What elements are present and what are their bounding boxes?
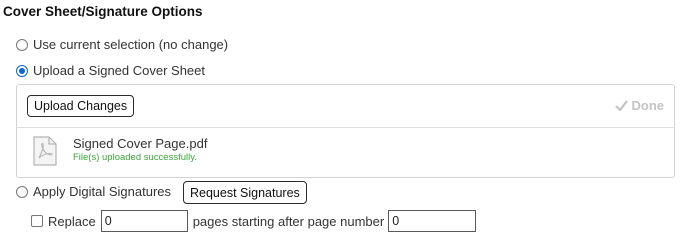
done-label: Done <box>631 98 665 113</box>
pdf-file-icon <box>33 136 57 166</box>
upload-status: File(s) uploaded successfully. <box>73 152 197 163</box>
replace-label: Replace <box>48 213 96 229</box>
apply-digital-label: Apply Digital Signatures <box>33 184 172 199</box>
use-current-radio[interactable] <box>16 38 28 51</box>
replace-row: Replace pages starting after page number <box>31 210 477 232</box>
replace-count-input[interactable] <box>100 210 188 232</box>
upload-changes-button[interactable]: Upload Changes <box>27 95 135 117</box>
after-page-input[interactable] <box>388 210 477 232</box>
option-apply-digital[interactable]: Apply Digital Signatures <box>16 184 171 199</box>
option-upload-signed[interactable]: Upload a Signed Cover Sheet <box>16 63 205 78</box>
use-current-label: Use current selection (no change) <box>33 37 229 52</box>
upload-panel: Upload Changes Done Signed Cover Page.pd… <box>16 84 675 178</box>
option-use-current[interactable]: Use current selection (no change) <box>16 37 228 52</box>
pages-starting-label: pages starting after page number <box>192 213 385 229</box>
upload-signed-label: Upload a Signed Cover Sheet <box>33 63 206 78</box>
apply-digital-radio[interactable] <box>16 185 28 198</box>
checkmark-icon <box>614 100 628 111</box>
upload-signed-radio[interactable] <box>16 64 28 77</box>
request-signatures-button[interactable]: Request Signatures <box>183 181 307 204</box>
upload-panel-header: Upload Changes Done <box>17 85 674 128</box>
uploaded-file-row: Signed Cover Page.pdf File(s) uploaded s… <box>17 128 674 178</box>
file-name: Signed Cover Page.pdf <box>73 136 208 151</box>
replace-checkbox[interactable] <box>31 215 43 227</box>
done-button[interactable]: Done <box>614 98 665 113</box>
section-title: Cover Sheet/Signature Options <box>3 4 203 19</box>
